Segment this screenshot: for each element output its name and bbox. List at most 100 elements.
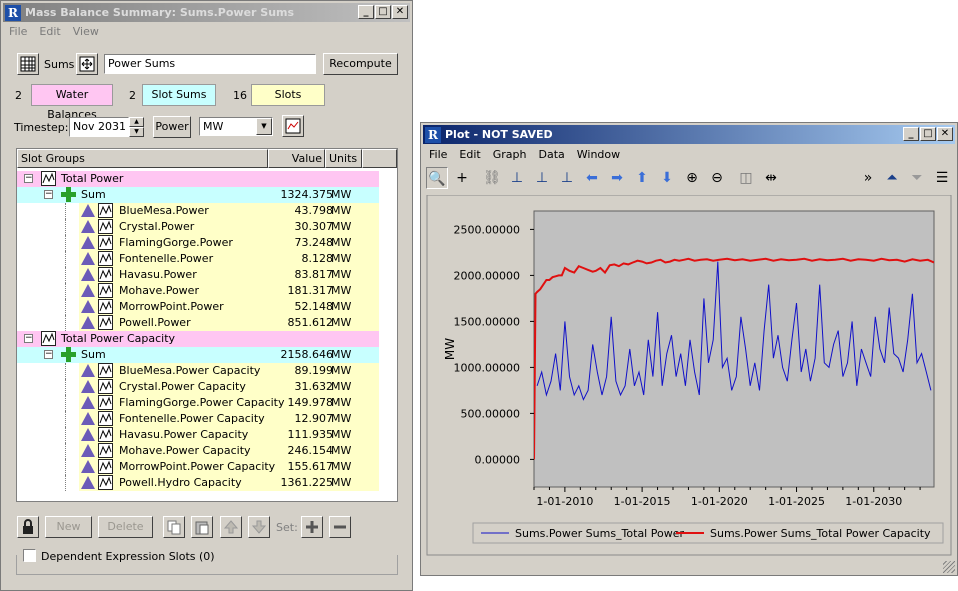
header-slot-groups[interactable]: Slot Groups <box>17 149 268 168</box>
plot-menu-window[interactable]: Window <box>571 146 626 163</box>
name-field[interactable]: Power Sums <box>104 54 316 74</box>
minimize-button[interactable]: _ <box>358 5 374 19</box>
set-remove-button[interactable] <box>329 516 351 538</box>
arrow-left-icon[interactable]: ⬅ <box>581 167 603 189</box>
lock-button[interactable] <box>17 516 39 538</box>
collapse-icon[interactable]: − <box>44 350 53 359</box>
slot-row[interactable]: FlamingGorge.Power 73.248 MW <box>17 235 379 251</box>
zoom-select-icon[interactable]: 🔍 <box>426 167 448 189</box>
tree-line <box>65 379 79 395</box>
slot-row[interactable]: Havasu.Power Capacity 111.935 MW <box>17 427 379 443</box>
arrow-down-icon[interactable]: ⬇ <box>656 167 678 189</box>
grid-view-button[interactable] <box>17 53 39 75</box>
paste-button[interactable] <box>191 516 213 538</box>
slot-row[interactable]: Havasu.Power 83.817 MW <box>17 267 379 283</box>
zoom-in-icon[interactable]: ⊕ <box>681 167 703 189</box>
maximize-button[interactable]: □ <box>375 5 391 19</box>
sum-row[interactable]: − Sum 2158.646 MW <box>17 347 379 363</box>
collapse-icon[interactable]: − <box>24 334 33 343</box>
slot-unit: MW <box>331 460 352 473</box>
tree-line <box>65 315 79 331</box>
set-add-button[interactable] <box>301 516 323 538</box>
recompute-button[interactable]: Recompute <box>323 53 398 75</box>
plot-menu-file[interactable]: File <box>423 146 453 163</box>
overflow-icon[interactable]: » <box>857 167 879 189</box>
slot-row[interactable]: Crystal.Power Capacity 31.632 MW <box>17 379 379 395</box>
chevron-down-icon[interactable]: ▼ <box>256 118 272 135</box>
slot-row[interactable]: Fontenelle.Power Capacity 12.907 MW <box>17 411 379 427</box>
slot-row[interactable]: Fontenelle.Power 8.128 MW <box>17 251 379 267</box>
timestep-spinner[interactable]: ▲ ▼ <box>129 117 144 137</box>
move-down-button[interactable] <box>248 516 270 538</box>
spinner-up-icon[interactable]: ▲ <box>129 117 144 127</box>
slot-type-icon <box>81 300 95 313</box>
header-value[interactable]: Value <box>268 149 325 168</box>
plot-titlebar[interactable]: R Plot - NOT SAVED _ □ ✕ <box>423 125 955 144</box>
delete-button[interactable]: Delete <box>98 516 153 538</box>
slot-row[interactable]: MorrowPoint.Power Capacity 155.617 MW <box>17 459 379 475</box>
slot-row[interactable]: BlueMesa.Power 43.798 MW <box>17 203 379 219</box>
slot-row[interactable]: Mohave.Power Capacity 246.154 MW <box>17 443 379 459</box>
slot-row[interactable]: BlueMesa.Power Capacity 89.199 MW <box>17 363 379 379</box>
zoom-out-icon[interactable]: ⊖ <box>706 167 728 189</box>
collapse-icon[interactable]: − <box>24 174 33 183</box>
copy-button[interactable] <box>163 516 185 538</box>
axes-right-icon[interactable]: ⊥ <box>531 167 553 189</box>
axes-icon[interactable]: ⊥ <box>506 167 528 189</box>
plot-chart[interactable]: 0.00000 500.00000 1000.00000 1500.00000 2000… <box>421 195 958 577</box>
arrow-right-icon[interactable]: ➡ <box>606 167 628 189</box>
water-balances-button[interactable]: Water Balances <box>31 84 113 121</box>
y-tick-label: 1000.00000 <box>454 361 520 374</box>
slot-row[interactable]: FlamingGorge.Power Capacity 149.978 MW <box>17 395 379 411</box>
move-down-series-icon[interactable]: ⏷ <box>906 167 928 189</box>
slot-row[interactable]: Crystal.Power 30.307 MW <box>17 219 379 235</box>
sum-row[interactable]: − Sum 1324.375 MW <box>17 187 379 203</box>
unit-select[interactable]: MW ▼ <box>199 117 273 136</box>
split-icon[interactable]: ◫ <box>735 167 757 189</box>
collapse-icon[interactable]: − <box>44 190 53 199</box>
slot-chart-icon <box>98 363 113 378</box>
group-row[interactable]: − Total Power <box>17 171 379 187</box>
arrow-up-icon[interactable]: ⬆ <box>631 167 653 189</box>
slot-name: BlueMesa.Power Capacity <box>119 364 261 377</box>
plot-maximize-button[interactable]: □ <box>920 127 936 141</box>
move-up-button[interactable] <box>220 516 242 538</box>
crosshair-icon[interactable]: + <box>451 167 473 189</box>
plot-menu-graph[interactable]: Graph <box>487 146 533 163</box>
close-button[interactable]: ✕ <box>392 5 408 19</box>
plot-minimize-button[interactable]: _ <box>903 127 919 141</box>
slot-row[interactable]: Mohave.Power 181.317 MW <box>17 283 379 299</box>
select-object-button[interactable] <box>76 53 98 75</box>
plot-app-logo-icon: R <box>425 126 441 143</box>
header-units[interactable]: Units <box>325 149 362 168</box>
new-button[interactable]: New <box>45 516 92 538</box>
list-icon[interactable]: ☰ <box>931 167 953 189</box>
slots-button[interactable]: Slots <box>251 84 325 106</box>
plot-menu-data[interactable]: Data <box>532 146 570 163</box>
link-icon[interactable]: ⛓ <box>481 167 503 189</box>
slot-row[interactable]: Powell.Power 851.612 MW <box>17 315 379 331</box>
menu-file[interactable]: File <box>3 23 33 40</box>
slot-tree[interactable]: Slot Groups Value Units − Total Power − Sum… <box>16 148 398 502</box>
plot-close-button[interactable]: ✕ <box>937 127 953 141</box>
mass-balance-titlebar[interactable]: R Mass Balance Summary: Sums.Power Sums … <box>3 3 410 22</box>
menu-edit[interactable]: Edit <box>33 23 66 40</box>
group-row[interactable]: − Total Power Capacity <box>17 331 379 347</box>
dependent-slots-checkbox[interactable] <box>23 549 36 562</box>
move-up-series-icon[interactable]: ⏶ <box>881 167 903 189</box>
plot-button[interactable] <box>282 115 304 137</box>
plot-menu-edit[interactable]: Edit <box>453 146 486 163</box>
power-unit-type-button[interactable]: Power <box>153 116 191 138</box>
tree-line <box>65 219 79 235</box>
resize-grip-icon[interactable] <box>943 561 955 573</box>
cursor-icon[interactable]: ⇹ <box>760 167 782 189</box>
tree-line <box>65 283 79 299</box>
slot-sums-button[interactable]: Slot Sums <box>142 84 216 106</box>
spinner-down-icon[interactable]: ▼ <box>129 127 144 137</box>
timestep-field[interactable]: Nov 2031 <box>69 117 129 137</box>
slot-row[interactable]: Powell.Hydro Capacity 1361.225 MW <box>17 475 379 491</box>
axes-scale-icon[interactable]: ⊥ <box>556 167 578 189</box>
menu-view[interactable]: View <box>67 23 105 40</box>
slot-row[interactable]: MorrowPoint.Power 52.148 MW <box>17 299 379 315</box>
tree-scrollbar[interactable] <box>379 168 397 501</box>
